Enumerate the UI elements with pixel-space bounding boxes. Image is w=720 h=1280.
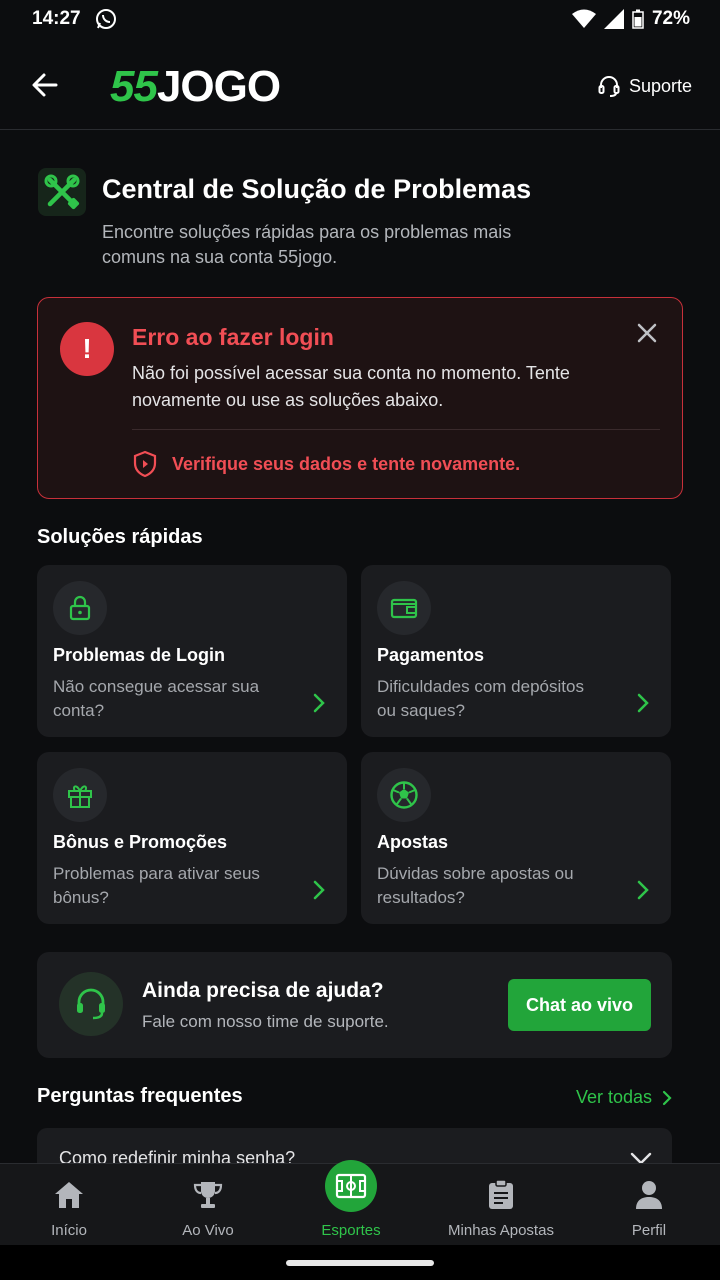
see-all-link[interactable]: Ver todas [576,1087,672,1108]
field-icon[interactable] [325,1160,377,1212]
nav-live[interactable]: Ao Vivo [170,1164,246,1246]
chevron-right-icon [313,880,325,900]
soccer-ball-icon [377,768,431,822]
battery-icon [632,9,644,29]
headset-icon [59,972,123,1036]
card-bets[interactable]: Apostas Dúvidas sobre apostas ou resulta… [361,752,671,924]
nav-label: Perfil [631,1222,667,1239]
nav-label: Minhas Apostas [448,1222,554,1239]
faq-title: Perguntas frequentes [37,1085,243,1107]
status-bar: 14:27 72% [0,0,720,40]
app-header: 55JOGO Suporte [0,40,720,130]
help-banner: Ainda precisa de ajuda? Fale com nosso t… [37,952,672,1058]
card-title: Bônus e Promoções [53,832,228,852]
support-button[interactable]: Suporte [597,74,692,98]
nav-home[interactable]: Início [34,1164,104,1246]
logo-word: JOGO [156,62,281,111]
chevron-right-icon [662,1090,672,1105]
live-chat-button[interactable]: Chat ao vivo [508,979,651,1031]
chevron-right-icon [313,693,325,713]
bottom-navigation: Início Ao Vivo Esportes Minhas Apostas P… [0,1160,720,1246]
close-icon[interactable] [636,322,658,344]
card-description: Não consegue acessar sua conta? [53,677,260,720]
card-title: Apostas [377,832,449,852]
support-label: Suporte [628,75,692,96]
wallet-icon [377,581,431,635]
nav-label: Início [51,1222,87,1239]
tools-icon [38,168,86,216]
faq-header: Perguntas frequentes Ver todas [37,1083,672,1113]
help-title: Ainda precisa de ajuda? [142,979,384,1002]
error-alert: ! Erro ao fazer login Não foi possível a… [37,297,683,499]
card-description: Dúvidas sobre apostas ou resultados? [377,864,574,907]
quick-solutions-title: Soluções rápidas [37,526,203,548]
shield-alert-icon [133,450,157,478]
headset-icon [598,76,620,97]
battery-percent: 72% [651,8,690,29]
verify-hint: Verifique seus dados e tente novamente. [132,450,520,478]
nav-my-bets[interactable]: Minhas Apostas [441,1164,561,1246]
card-title: Problemas de Login [53,645,226,665]
chevron-right-icon [637,880,649,900]
nav-profile[interactable]: Perfil [620,1164,678,1246]
page-title: Central de Solução de Problemas [102,174,532,204]
card-title: Pagamentos [377,645,485,665]
card-bonus-promotions[interactable]: Bônus e Promoções Problemas para ativar … [37,752,347,924]
nav-label: Ao Vivo [182,1222,234,1239]
verify-text: Verifique seus dados e tente novamente. [172,453,521,474]
logo[interactable]: 55JOGO [110,62,281,112]
lock-icon [53,581,107,635]
user-icon [632,1178,666,1212]
nav-label: Esportes [321,1222,381,1239]
clipboard-icon [484,1178,518,1212]
logo-number: 55 [110,62,158,111]
alert-icon: ! [60,322,114,376]
gesture-bar [0,1245,720,1280]
page-subtitle: Encontre soluções rápidas para os proble… [102,222,512,267]
error-title: Erro ao fazer login [132,324,334,350]
card-payments[interactable]: Pagamentos Dificuldades com depósitos ou… [361,565,671,737]
trophy-icon [191,1178,225,1212]
help-description: Fale com nosso time de suporte. [142,1012,389,1031]
see-all-label: Ver todas [575,1087,652,1107]
home-icon [52,1178,86,1212]
wifi-icon [571,9,596,28]
gift-icon [53,768,107,822]
divider [132,429,660,430]
card-description: Problemas para ativar seus bônus? [53,864,260,907]
whatsapp-icon [96,9,116,29]
card-description: Dificuldades com depósitos ou saques? [377,677,584,720]
chevron-right-icon [637,693,649,713]
back-arrow-icon[interactable] [30,70,60,100]
card-login-problems[interactable]: Problemas de Login Não consegue acessar … [37,565,347,737]
signal-icon [603,9,624,29]
home-indicator[interactable] [286,1260,434,1266]
status-time: 14:27 [32,8,81,29]
error-message: Não foi possível acessar sua conta no mo… [132,363,570,410]
